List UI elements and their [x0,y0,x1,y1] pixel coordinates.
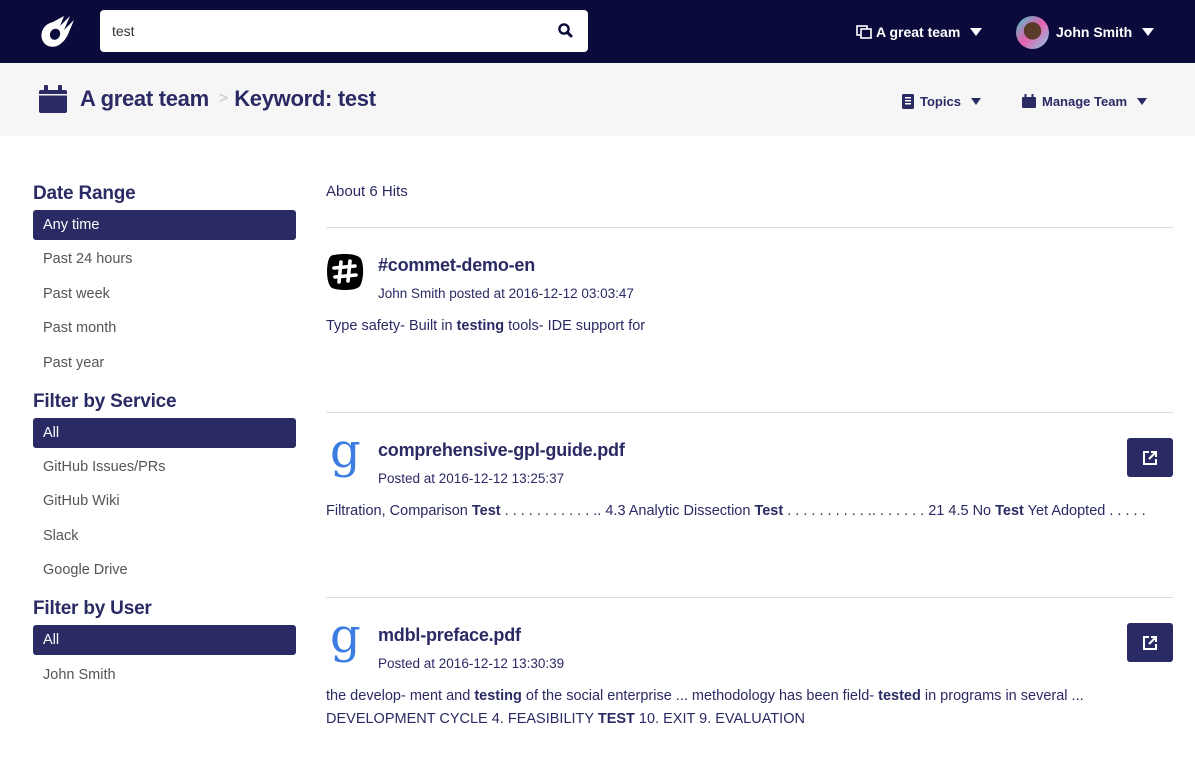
results-summary: About 6 Hits [326,180,1173,204]
date-range-past-week[interactable]: Past week [33,279,296,309]
team-switcher-label: A great team [876,24,961,40]
divider [326,412,1173,413]
result-snippet: Filtration, Comparison Test . . . . . . … [326,500,1173,523]
date-range-heading: Date Range [33,183,136,204]
highlight-term: Test [754,503,784,519]
service-github-wiki[interactable]: GitHub Wiki [33,486,296,516]
result-title[interactable]: mdbl-preface.pdf [378,625,521,646]
open-external-button[interactable] [1127,438,1173,477]
user-menu[interactable]: John Smith [1016,15,1155,49]
search-icon[interactable] [556,21,576,41]
highlight-term: testing [474,688,522,704]
top-navbar: A great team John Smith [0,0,1195,63]
user-name: John Smith [1056,24,1133,40]
google-g-icon: g [330,608,361,664]
user-john-smith[interactable]: John Smith [33,660,296,690]
external-link-icon [1143,635,1157,650]
user-filter: Filter by User All John Smith [33,597,296,689]
divider [326,597,1173,598]
snippet-text: Yet Adopted . . . . . [1023,503,1146,519]
divider [326,227,1173,228]
chevron-down-icon [970,97,981,105]
search-box [100,10,588,52]
service-slack[interactable]: Slack [33,521,296,551]
service-filter: Filter by Service All GitHub Issues/PRs … [33,390,296,586]
chevron-down-icon [1142,28,1155,36]
snippet-text: . . . . . . . . . . .. . . . . . . 21 4.… [783,503,996,519]
result-title[interactable]: comprehensive-gpl-guide.pdf [378,440,625,461]
date-range-any-time[interactable]: Any time [33,210,296,240]
snippet-text: of the social enterprise ... methodology… [521,688,879,704]
result-meta: John Smith posted at 2016-12-12 03:03:47 [378,286,634,301]
team-switcher[interactable]: A great team [856,22,983,42]
user-heading: Filter by User [33,598,152,620]
service-github-issues[interactable]: GitHub Issues/PRs [33,452,296,482]
book-icon [902,93,914,109]
page-title: Keyword: test [234,86,376,111]
result-meta: Posted at 2016-12-12 13:25:37 [378,471,565,486]
hits-count: About 6 Hits [326,183,408,200]
page-header: A great team > Keyword: test Topics Mana… [0,63,1195,136]
result-title[interactable]: #commet-demo-en [378,255,535,276]
date-range-past-24-hours[interactable]: Past 24 hours [33,244,296,274]
user-all[interactable]: All [33,625,296,656]
search-input[interactable] [100,10,540,52]
topics-label: Topics [920,93,961,109]
snippet-text: tools- IDE support for [504,318,646,334]
manage-team-label: Manage Team [1042,93,1128,109]
snippet-text: 10. EXIT 9. EVALUATION [634,711,805,727]
date-range-past-year[interactable]: Past year [33,348,296,378]
calendar-icon [39,85,67,113]
service-google-drive[interactable]: Google Drive [33,555,296,585]
date-range-past-month[interactable]: Past month [33,313,296,343]
slack-icon [326,253,366,293]
manage-team-menu[interactable]: Manage Team [1022,92,1148,110]
date-range-filter: Date Range Any time Past 24 hours Past w… [33,182,296,378]
highlight-term: Test [995,503,1024,519]
result-snippet: Type safety- Built in testing tools- IDE… [326,315,1126,338]
windows-icon [856,25,872,39]
google-g-icon: g [330,423,361,479]
comet-logo-icon[interactable] [36,10,82,52]
service-heading: Filter by Service [33,390,177,412]
avatar [1016,15,1049,49]
snippet-text: the develop- ment and [326,688,475,704]
highlight-term: Test [471,503,501,519]
snippet-text: . . . . . . . . . . . .. 4.3 Analytic Di… [500,503,755,519]
highlight-term: tested [878,688,921,704]
breadcrumb: A great team > Keyword: test [38,83,376,115]
open-external-button[interactable] [1127,623,1173,662]
snippet-text: Type safety- Built in [326,318,457,334]
calendar-icon [1022,94,1036,108]
result-snippet: the develop- ment and testing of the soc… [326,685,1116,731]
topics-menu[interactable]: Topics [902,92,981,110]
external-link-icon [1143,450,1157,465]
highlight-term: TEST [597,711,635,727]
highlight-term: testing [456,318,505,334]
filter-sidebar: Date Range Any time Past 24 hours Past w… [33,182,296,702]
chevron-down-icon [970,28,983,36]
breadcrumb-team[interactable]: A great team [80,86,209,112]
result-meta: Posted at 2016-12-12 13:30:39 [378,656,565,671]
service-all[interactable]: All [33,417,296,448]
breadcrumb-separator: > [218,90,229,107]
snippet-text: Filtration, Comparison [326,503,472,519]
chevron-down-icon [1137,97,1148,105]
